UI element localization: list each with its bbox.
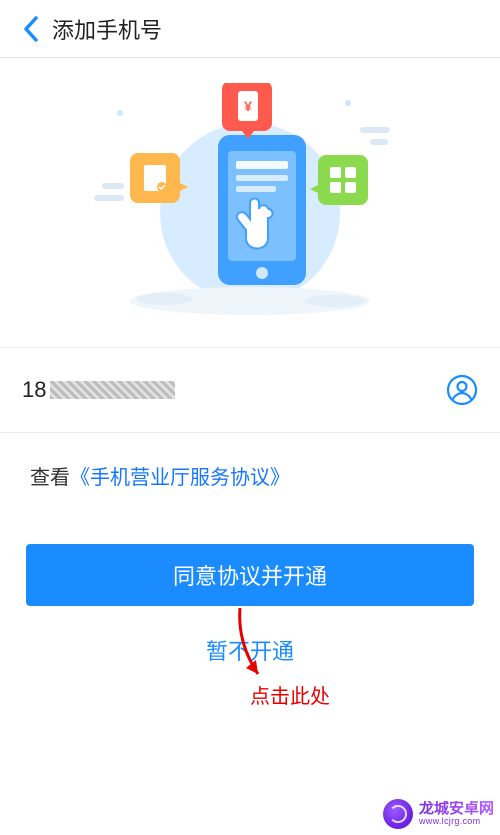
- svg-text:¥: ¥: [244, 98, 252, 114]
- illustration-svg: ¥: [70, 83, 430, 323]
- annotation-text: 点击此处: [250, 680, 330, 709]
- skip-button[interactable]: 暂不开通: [0, 634, 500, 666]
- watermark-cn: 龙城安卓网: [419, 801, 494, 817]
- phone-number-visible: 18: [22, 377, 46, 403]
- watermark-logo-icon: [383, 799, 413, 829]
- watermark: 龙城安卓网 www.lcjrg.com: [383, 799, 494, 829]
- agreement-prefix: 查看: [30, 467, 70, 489]
- phone-number: 18: [22, 377, 175, 403]
- back-button[interactable]: [16, 14, 46, 44]
- agreement-line: 查看《手机营业厅服务协议》: [0, 433, 500, 500]
- watermark-en: www.lcjrg.com: [419, 817, 494, 826]
- header: 添加手机号: [0, 0, 500, 58]
- agree-and-activate-button[interactable]: 同意协议并开通: [26, 544, 474, 606]
- illustration: ¥: [0, 58, 500, 348]
- chevron-left-icon: [22, 16, 40, 42]
- phone-number-masked: [50, 381, 175, 399]
- phone-row: 18: [0, 348, 500, 433]
- page-title: 添加手机号: [52, 13, 162, 45]
- contact-icon[interactable]: [446, 374, 478, 406]
- agreement-link[interactable]: 《手机营业厅服务协议》: [70, 467, 290, 489]
